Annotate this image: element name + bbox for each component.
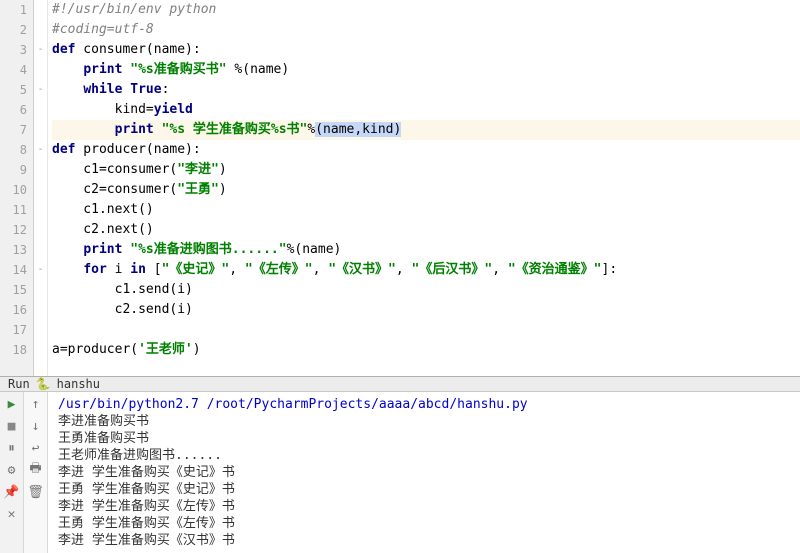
run-config-name: hanshu <box>57 377 100 391</box>
line-number: 11 <box>0 200 27 220</box>
fold-marker[interactable]: - <box>34 40 47 60</box>
line-number: 17 <box>0 320 27 340</box>
down-icon[interactable]: ↓ <box>28 418 44 434</box>
code-line[interactable]: a=producer('王老师') <box>52 340 800 360</box>
line-number: 13 <box>0 240 27 260</box>
line-number: 2 <box>0 20 27 40</box>
code-line[interactable]: #!/usr/bin/env python <box>52 0 800 20</box>
code-line[interactable]: c2.send(i) <box>52 300 800 320</box>
line-number: 7 <box>0 120 27 140</box>
pause-icon[interactable]: ⏸ <box>4 440 20 456</box>
fold-marker[interactable]: - <box>34 260 47 280</box>
close-icon[interactable]: ✕ <box>4 506 20 522</box>
line-number: 3 <box>0 40 27 60</box>
fold-marker <box>34 240 47 260</box>
code-line[interactable]: c2.next() <box>52 220 800 240</box>
code-editor[interactable]: 123456789101112131415161718 ---- #!/usr/… <box>0 0 800 376</box>
fold-marker <box>34 300 47 320</box>
code-line[interactable]: #coding=utf-8 <box>52 20 800 40</box>
code-line[interactable]: def producer(name): <box>52 140 800 160</box>
fold-marker <box>34 180 47 200</box>
code-line[interactable]: print "%s 学生准备购买%s书"%(name,kind) <box>52 120 800 140</box>
line-number: 9 <box>0 160 27 180</box>
code-line[interactable]: while True: <box>52 80 800 100</box>
print-icon[interactable]: 🖶 <box>28 462 44 478</box>
run-toolbar-right: ↑ ↓ ↩ 🖶 🗑 <box>24 392 48 553</box>
console-output[interactable]: /usr/bin/python2.7 /root/PycharmProjects… <box>48 392 800 553</box>
line-number: 10 <box>0 180 27 200</box>
code-line[interactable]: kind=yield <box>52 100 800 120</box>
run-tool-window: Run 🐍 hanshu ▶ ■ ⏸ ⚙ 📌 ✕ ↑ ↓ ↩ 🖶 🗑 /usr/… <box>0 376 800 528</box>
code-line[interactable] <box>52 320 800 340</box>
line-number: 8 <box>0 140 27 160</box>
fold-marker[interactable]: - <box>34 140 47 160</box>
run-icon[interactable]: ▶ <box>4 396 20 412</box>
console-line: 王老师准备进购图书...... <box>58 447 790 464</box>
line-number: 16 <box>0 300 27 320</box>
console-line: 李进准备购买书 <box>58 413 790 430</box>
code-area[interactable]: #!/usr/bin/env python#coding=utf-8def co… <box>48 0 800 376</box>
run-toolbar-left: ▶ ■ ⏸ ⚙ 📌 ✕ <box>0 392 24 553</box>
code-line[interactable]: c1.send(i) <box>52 280 800 300</box>
code-line[interactable]: print "%s准备购买书" %(name) <box>52 60 800 80</box>
trash-icon[interactable]: 🗑 <box>28 484 44 500</box>
fold-marker <box>34 340 47 360</box>
line-number: 14 <box>0 260 27 280</box>
pin-icon[interactable]: 📌 <box>4 484 20 500</box>
code-line[interactable]: print "%s准备进购图书......"%(name) <box>52 240 800 260</box>
code-line[interactable]: c1.next() <box>52 200 800 220</box>
run-body: ▶ ■ ⏸ ⚙ 📌 ✕ ↑ ↓ ↩ 🖶 🗑 /usr/bin/python2.7… <box>0 392 800 553</box>
fold-marker <box>34 200 47 220</box>
console-line: 王勇 学生准备购买《左传》书 <box>58 515 790 532</box>
stop-icon[interactable]: ■ <box>4 418 20 434</box>
line-number: 6 <box>0 100 27 120</box>
code-line[interactable]: c1=consumer("李进") <box>52 160 800 180</box>
settings-icon[interactable]: ⚙ <box>4 462 20 478</box>
line-number: 5 <box>0 80 27 100</box>
line-number: 18 <box>0 340 27 360</box>
fold-marker <box>34 120 47 140</box>
fold-marker <box>34 160 47 180</box>
line-number: 12 <box>0 220 27 240</box>
fold-marker <box>34 60 47 80</box>
fold-marker <box>34 320 47 340</box>
console-line: 王勇准备购买书 <box>58 430 790 447</box>
code-line[interactable]: for i in ["《史记》", "《左传》", "《汉书》", "《后汉书》… <box>52 260 800 280</box>
console-command: /usr/bin/python2.7 /root/PycharmProjects… <box>58 396 790 413</box>
console-line: 李进 学生准备购买《汉书》书 <box>58 532 790 549</box>
fold-marker <box>34 20 47 40</box>
line-number: 1 <box>0 0 27 20</box>
fold-marker[interactable]: - <box>34 80 47 100</box>
line-number: 15 <box>0 280 27 300</box>
up-icon[interactable]: ↑ <box>28 396 44 412</box>
wrap-icon[interactable]: ↩ <box>28 440 44 456</box>
console-line: 李进 学生准备购买《左传》书 <box>58 498 790 515</box>
fold-marker <box>34 100 47 120</box>
fold-marker <box>34 0 47 20</box>
fold-marker <box>34 220 47 240</box>
console-line: 王勇 学生准备购买《史记》书 <box>58 481 790 498</box>
run-tab-label: Run <box>8 377 30 391</box>
code-line[interactable]: def consumer(name): <box>52 40 800 60</box>
fold-column[interactable]: - - - - <box>34 0 48 376</box>
code-line[interactable]: c2=consumer("王勇") <box>52 180 800 200</box>
run-header: Run 🐍 hanshu <box>0 377 800 392</box>
fold-marker <box>34 280 47 300</box>
python-icon: 🐍 <box>36 377 51 391</box>
line-number: 4 <box>0 60 27 80</box>
console-line: 李进 学生准备购买《史记》书 <box>58 464 790 481</box>
line-number-gutter: 123456789101112131415161718 <box>0 0 34 376</box>
